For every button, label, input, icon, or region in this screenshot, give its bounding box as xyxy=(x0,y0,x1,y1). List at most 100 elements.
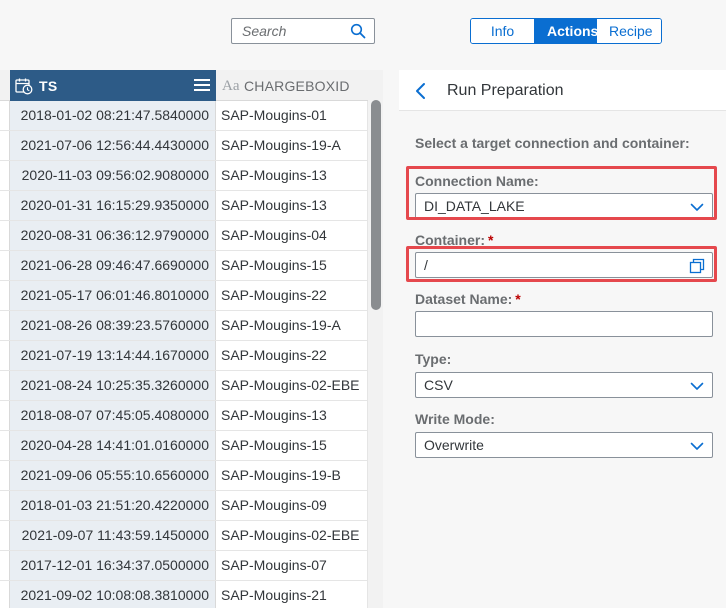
connection-highlight-box xyxy=(406,166,717,220)
dataset-name-label-text: Dataset Name: xyxy=(415,291,513,307)
ts-cell[interactable]: 2020-01-31 16:15:29.9350000 xyxy=(10,191,216,220)
row-edge-cell xyxy=(0,221,10,250)
type-select[interactable]: CSV xyxy=(415,372,713,398)
row-edge-cell xyxy=(0,461,10,490)
row-edge-cell xyxy=(0,341,10,370)
chargeboxid-cell[interactable]: SAP-Mougins-21 xyxy=(216,581,368,608)
ts-cell[interactable]: 2020-11-03 09:56:02.9080000 xyxy=(10,161,216,190)
table-row[interactable]: 2021-09-07 11:43:59.1450000 SAP-Mougins-0… xyxy=(0,521,368,551)
row-edge-cell xyxy=(0,431,10,460)
run-preparation-panel: Run Preparation Select a target connecti… xyxy=(399,70,726,608)
ts-cell[interactable]: 2018-08-07 07:45:05.4080000 xyxy=(10,401,216,430)
search-box[interactable] xyxy=(231,18,375,44)
toolbar: Info Actions Recipe xyxy=(0,0,726,70)
row-edge-cell xyxy=(0,581,10,608)
ts-cell[interactable]: 2021-06-28 09:46:47.6690000 xyxy=(10,251,216,280)
chargeboxid-cell[interactable]: SAP-Mougins-22 xyxy=(216,281,368,310)
column-header-chargeboxid[interactable]: Aa CHARGEBOXID xyxy=(216,70,368,101)
row-edge-cell xyxy=(0,251,10,280)
type-value: CSV xyxy=(424,377,453,393)
ts-cell[interactable]: 2018-01-03 21:51:20.4220000 xyxy=(10,491,216,520)
dataset-name-input[interactable] xyxy=(415,311,713,337)
chevron-down-icon[interactable] xyxy=(690,439,704,453)
table-row[interactable]: 2021-07-06 12:56:44.4430000 SAP-Mougins-1… xyxy=(0,131,368,161)
chargeboxid-cell[interactable]: SAP-Mougins-07 xyxy=(216,551,368,580)
table-row[interactable]: 2021-08-24 10:25:35.3260000 SAP-Mougins-0… xyxy=(0,371,368,401)
search-input[interactable] xyxy=(232,19,350,43)
ts-cell[interactable]: 2017-12-01 16:34:37.0500000 xyxy=(10,551,216,580)
chargeboxid-cell[interactable]: SAP-Mougins-19-B xyxy=(216,461,368,490)
ts-cell[interactable]: 2021-05-17 06:01:46.8010000 xyxy=(10,281,216,310)
write-mode-value: Overwrite xyxy=(424,437,484,453)
column-header-ts[interactable]: TS xyxy=(10,70,216,101)
column-label-ts: TS xyxy=(39,78,58,94)
chargeboxid-cell[interactable]: SAP-Mougins-13 xyxy=(216,161,368,190)
text-type-icon: Aa xyxy=(222,78,240,94)
chargeboxid-cell[interactable]: SAP-Mougins-13 xyxy=(216,191,368,220)
ts-cell[interactable]: 2021-08-26 08:39:23.5760000 xyxy=(10,311,216,340)
chargeboxid-cell[interactable]: SAP-Mougins-19-A xyxy=(216,131,368,160)
ts-cell[interactable]: 2021-09-07 11:43:59.1450000 xyxy=(10,521,216,550)
chargeboxid-cell[interactable]: SAP-Mougins-15 xyxy=(216,431,368,460)
panel-title: Run Preparation xyxy=(447,82,564,99)
panel-header: Run Preparation xyxy=(399,70,726,111)
column-label-chargeboxid: CHARGEBOXID xyxy=(244,78,350,94)
vertical-scrollbar[interactable] xyxy=(368,70,383,608)
write-mode-select[interactable]: Overwrite xyxy=(415,432,713,458)
chargeboxid-cell[interactable]: SAP-Mougins-02-EBE xyxy=(216,371,368,400)
row-edge-cell xyxy=(0,521,10,550)
column-menu-icon[interactable] xyxy=(194,78,210,92)
table-row[interactable]: 2018-08-07 07:45:05.4080000 SAP-Mougins-1… xyxy=(0,401,368,431)
chargeboxid-cell[interactable]: SAP-Mougins-02-EBE xyxy=(216,521,368,550)
row-edge-cell xyxy=(0,281,10,310)
table-row[interactable]: 2020-08-31 06:36:12.9790000 SAP-Mougins-0… xyxy=(0,221,368,251)
table-row[interactable]: 2020-11-03 09:56:02.9080000 SAP-Mougins-1… xyxy=(0,161,368,191)
tab-recipe[interactable]: Recipe xyxy=(597,19,661,43)
table-row[interactable]: 2020-01-31 16:15:29.9350000 SAP-Mougins-1… xyxy=(0,191,368,221)
chevron-down-icon[interactable] xyxy=(690,379,704,393)
table-row[interactable]: 2021-05-17 06:01:46.8010000 SAP-Mougins-2… xyxy=(0,281,368,311)
chargeboxid-cell[interactable]: SAP-Mougins-09 xyxy=(216,491,368,520)
tab-info[interactable]: Info xyxy=(471,19,535,43)
scrollbar-thumb[interactable] xyxy=(371,100,381,310)
search-icon[interactable] xyxy=(350,23,366,39)
row-edge-cell xyxy=(0,161,10,190)
chargeboxid-cell[interactable]: SAP-Mougins-19-A xyxy=(216,311,368,340)
container-highlight-box xyxy=(406,246,717,282)
dataset-name-label: Dataset Name: * xyxy=(415,291,521,307)
ts-cell[interactable]: 2020-04-28 14:41:01.0160000 xyxy=(10,431,216,460)
table-row[interactable]: 2018-01-03 21:51:20.4220000 SAP-Mougins-0… xyxy=(0,491,368,521)
tab-actions[interactable]: Actions xyxy=(535,19,598,43)
data-grid: TS Aa CHARGEBOXID 2018-01-02 08:21:47.58… xyxy=(0,70,383,608)
row-edge-cell xyxy=(0,371,10,400)
required-indicator: * xyxy=(515,291,521,307)
chargeboxid-cell[interactable]: SAP-Mougins-13 xyxy=(216,401,368,430)
chargeboxid-cell[interactable]: SAP-Mougins-01 xyxy=(216,101,368,130)
calendar-clock-icon xyxy=(15,78,33,95)
ts-cell[interactable]: 2018-01-02 08:21:47.5840000 xyxy=(10,101,216,130)
row-edge-cell xyxy=(0,311,10,340)
row-edge-cell xyxy=(0,401,10,430)
table-row[interactable]: 2021-06-28 09:46:47.6690000 SAP-Mougins-1… xyxy=(0,251,368,281)
table-row[interactable]: 2021-08-26 08:39:23.5760000 SAP-Mougins-1… xyxy=(0,311,368,341)
ts-cell[interactable]: 2021-08-24 10:25:35.3260000 xyxy=(10,371,216,400)
ts-cell[interactable]: 2021-09-02 10:08:08.3810000 xyxy=(10,581,216,608)
table-row[interactable]: 2017-12-01 16:34:37.0500000 SAP-Mougins-0… xyxy=(0,551,368,581)
table-row[interactable]: 2020-04-28 14:41:01.0160000 SAP-Mougins-1… xyxy=(0,431,368,461)
row-edge-cell xyxy=(0,101,10,130)
table-row[interactable]: 2021-07-19 13:14:44.1670000 SAP-Mougins-2… xyxy=(0,341,368,371)
table-row[interactable]: 2021-09-02 10:08:08.3810000 SAP-Mougins-2… xyxy=(0,581,368,608)
chargeboxid-cell[interactable]: SAP-Mougins-22 xyxy=(216,341,368,370)
row-edge-cell xyxy=(0,551,10,580)
type-label: Type: xyxy=(415,351,452,367)
table-row[interactable]: 2018-01-02 08:21:47.5840000 SAP-Mougins-0… xyxy=(0,101,368,131)
grid-body: 2018-01-02 08:21:47.5840000 SAP-Mougins-0… xyxy=(0,101,368,608)
chargeboxid-cell[interactable]: SAP-Mougins-04 xyxy=(216,221,368,250)
table-row[interactable]: 2021-09-06 05:55:10.6560000 SAP-Mougins-1… xyxy=(0,461,368,491)
ts-cell[interactable]: 2021-07-06 12:56:44.4430000 xyxy=(10,131,216,160)
back-chevron-icon[interactable] xyxy=(413,82,429,100)
ts-cell[interactable]: 2021-09-06 05:55:10.6560000 xyxy=(10,461,216,490)
ts-cell[interactable]: 2020-08-31 06:36:12.9790000 xyxy=(10,221,216,250)
ts-cell[interactable]: 2021-07-19 13:14:44.1670000 xyxy=(10,341,216,370)
chargeboxid-cell[interactable]: SAP-Mougins-15 xyxy=(216,251,368,280)
